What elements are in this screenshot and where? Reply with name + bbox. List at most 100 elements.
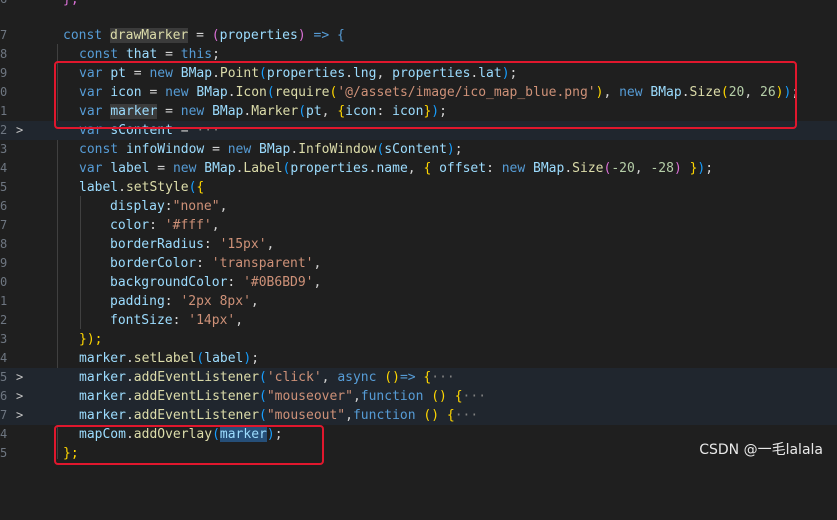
code-token: '#fff' bbox=[164, 218, 212, 233]
code-line: 6 > marker.addEventListener("mouseover",… bbox=[0, 387, 837, 406]
line-number: 0 bbox=[0, 275, 8, 289]
code-token: '15px' bbox=[219, 237, 267, 252]
line-number: 2 bbox=[0, 313, 8, 327]
line-number: 2 bbox=[0, 123, 8, 137]
code-token: addEventListener bbox=[133, 370, 260, 385]
code-token: }); bbox=[79, 332, 103, 347]
code-line: 6 display:"none", bbox=[0, 199, 228, 214]
code-token: new bbox=[501, 161, 526, 176]
code-token: 'transparent' bbox=[211, 256, 314, 271]
line-number: 5 bbox=[0, 446, 8, 460]
watermark: CSDN @一毛lalala bbox=[699, 442, 823, 458]
line-number: 8 bbox=[0, 237, 8, 251]
code-token: BMap bbox=[259, 142, 291, 157]
code-line: 7 color: '#fff', bbox=[0, 218, 220, 233]
code-token: addEventListener bbox=[133, 408, 260, 423]
line-number: 7 bbox=[0, 408, 8, 422]
fold-chevron-icon[interactable]: > bbox=[16, 387, 30, 406]
code-token: "none" bbox=[172, 199, 220, 214]
code-editor[interactable]: 6 }, 7 const drawMarker = (properties) =… bbox=[0, 0, 837, 467]
code-line: 4 marker.setLabel(label); bbox=[0, 351, 260, 366]
code-token: backgroundColor bbox=[110, 275, 228, 290]
line-number: 6 bbox=[0, 0, 14, 9]
code-token: -28 bbox=[650, 161, 674, 176]
code-token: label bbox=[110, 161, 150, 176]
code-token: fontSize bbox=[110, 313, 173, 328]
line-number: 6 bbox=[0, 389, 8, 403]
code-token: '#0B6BD9' bbox=[243, 275, 314, 290]
line-number: 6 bbox=[0, 199, 8, 213]
code-token: '14px' bbox=[188, 313, 236, 328]
line-number: 4 bbox=[0, 427, 8, 441]
code-token: offset bbox=[439, 161, 487, 176]
code-token: function bbox=[360, 389, 424, 404]
code-token: sContent bbox=[384, 142, 447, 157]
code-line: 3 }); bbox=[0, 330, 837, 349]
code-token: borderColor bbox=[110, 256, 197, 271]
folded-ellipsis[interactable]: ··· bbox=[431, 370, 454, 385]
code-token: '2px 8px' bbox=[180, 294, 251, 309]
code-token: label bbox=[204, 351, 244, 366]
code-line: 5 > marker.addEventListener('click', asy… bbox=[0, 368, 837, 387]
fold-chevron-icon[interactable]: > bbox=[16, 121, 30, 140]
code-token: new bbox=[172, 161, 197, 176]
code-token: setStyle bbox=[125, 180, 189, 195]
annotation-box bbox=[54, 61, 797, 129]
line-number: 5 bbox=[0, 180, 8, 194]
code-token: const bbox=[79, 142, 119, 157]
code-token: const bbox=[63, 28, 103, 43]
line-number: 1 bbox=[0, 294, 8, 308]
code-line: 1 padding: '2px 8px', bbox=[0, 294, 259, 309]
line-number: 4 bbox=[0, 161, 8, 175]
code-token: this bbox=[180, 47, 213, 62]
code-token: addEventListener bbox=[133, 389, 260, 404]
line-number: 9 bbox=[0, 66, 8, 80]
code-token: display bbox=[110, 199, 165, 214]
code-token: setLabel bbox=[133, 351, 197, 366]
code-token: properties bbox=[290, 161, 369, 176]
line-number: 5 bbox=[0, 370, 8, 384]
code-token: borderRadius bbox=[110, 237, 204, 252]
code-token: = bbox=[188, 28, 212, 43]
line-number: 8 bbox=[0, 47, 8, 61]
code-token: marker bbox=[79, 408, 126, 423]
fold-chevron-icon[interactable]: > bbox=[16, 406, 30, 425]
code-token: InfoWindow bbox=[298, 142, 377, 157]
code-token: Size bbox=[572, 161, 604, 176]
code-token: "mouseover" bbox=[266, 389, 353, 404]
code-line: 6 }, bbox=[0, 0, 837, 9]
line-number: 3 bbox=[0, 332, 8, 346]
code-line: 7 > marker.addEventListener("mouseout",f… bbox=[0, 406, 837, 425]
code-token: label bbox=[79, 180, 119, 195]
code-line: 5 label.setStyle({ bbox=[0, 180, 205, 195]
line-number: 4 bbox=[0, 351, 8, 365]
code-line: 8 borderRadius: '15px', bbox=[0, 237, 275, 252]
code-token: name bbox=[376, 161, 408, 176]
code-token: that bbox=[125, 47, 158, 62]
code-token: marker bbox=[79, 389, 126, 404]
code-token: const bbox=[79, 47, 119, 62]
code-token: properties bbox=[219, 28, 298, 43]
line-number: 0 bbox=[0, 85, 8, 99]
code-line: 4 var label = new BMap.Label(properties.… bbox=[0, 161, 714, 176]
code-line: 0 backgroundColor: '#0B6BD9', bbox=[0, 275, 322, 290]
code-token: marker bbox=[79, 351, 126, 366]
code-token: 'click' bbox=[266, 370, 322, 385]
code-token: new bbox=[227, 142, 252, 157]
code-token: function bbox=[352, 408, 416, 423]
code-token: async bbox=[337, 370, 377, 385]
folded-ellipsis[interactable]: ··· bbox=[455, 408, 478, 423]
folded-ellipsis[interactable]: ··· bbox=[463, 389, 486, 404]
code-token: "mouseout" bbox=[266, 408, 346, 423]
code-line: 7 const drawMarker = (properties) => { bbox=[0, 28, 345, 43]
line-number: 7 bbox=[0, 28, 8, 42]
code-line: 9 borderColor: 'transparent', bbox=[0, 256, 322, 271]
code-token: color bbox=[110, 218, 150, 233]
annotation-box bbox=[54, 425, 324, 465]
fold-chevron-icon[interactable]: > bbox=[16, 368, 30, 387]
code-token: infoWindow bbox=[125, 142, 205, 157]
code-token: marker bbox=[79, 370, 126, 385]
code-token: BMap bbox=[204, 161, 236, 176]
code-token: padding bbox=[110, 294, 165, 309]
code-token: }, bbox=[47, 0, 79, 7]
